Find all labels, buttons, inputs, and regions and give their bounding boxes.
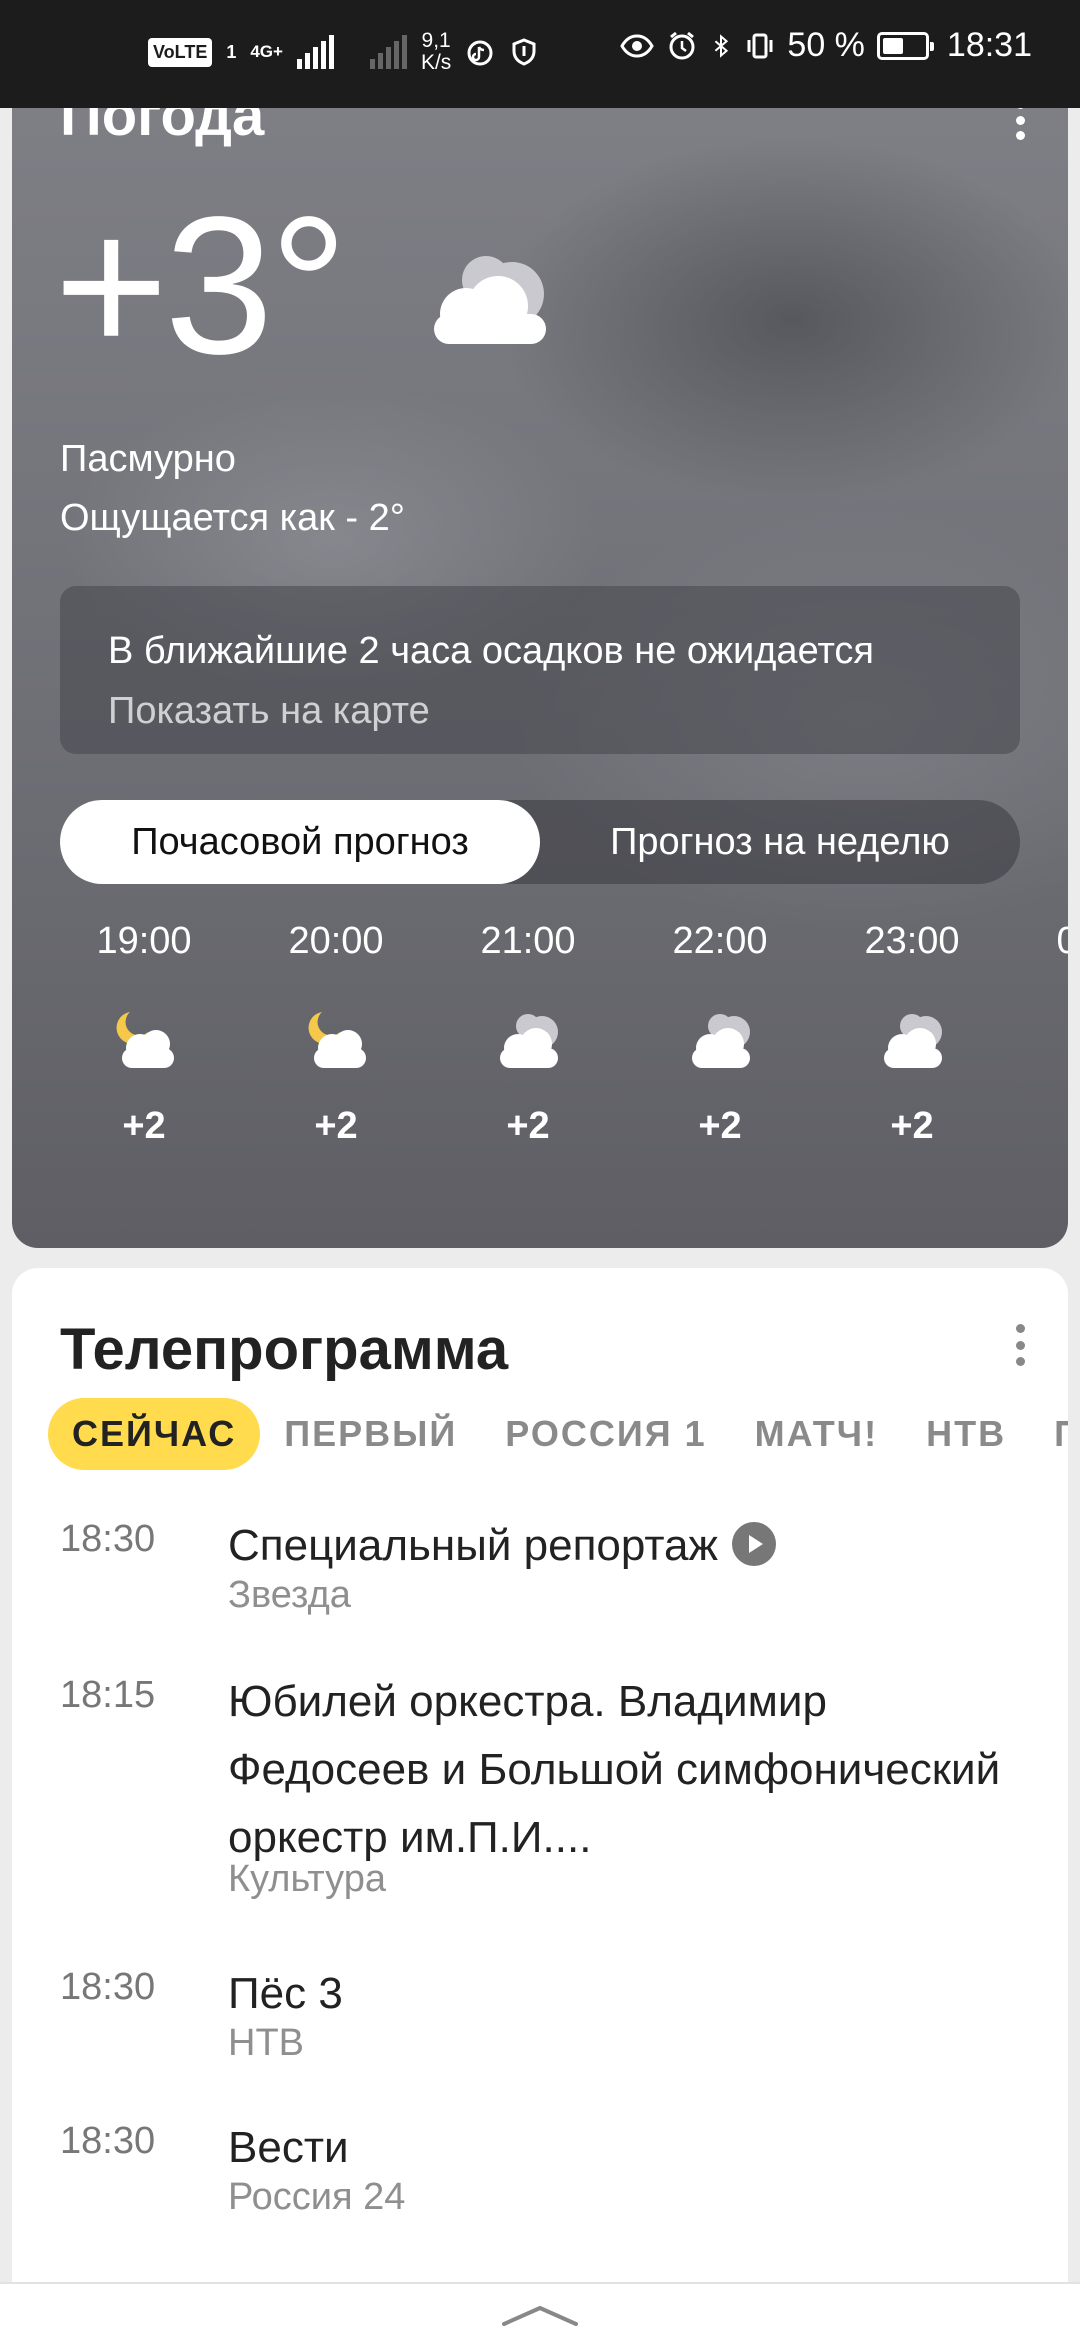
hour-time: 23:00 bbox=[864, 920, 960, 962]
app-screen: VoLTE 1 4G+ 9,1 K/s 50 % 18:31 Погода +3… bbox=[0, 0, 1080, 2340]
program-time: 18:15 bbox=[60, 1674, 156, 1716]
tv-title: Телепрограмма bbox=[60, 1317, 509, 1382]
program-name: Юбилей оркестра. Владимир Федосеев и Бол… bbox=[228, 1677, 1001, 1862]
vibrate-icon bbox=[747, 33, 773, 58]
program-item[interactable]: 18:30 Пёс 3 НТВ bbox=[12, 1966, 1068, 2096]
program-channel: НТВ bbox=[228, 2022, 304, 2064]
weather-condition: Пасмурно bbox=[60, 438, 236, 480]
hour-temp: +2 bbox=[506, 1105, 550, 1147]
play-icon[interactable] bbox=[731, 1522, 776, 1566]
bluetooth-icon bbox=[715, 33, 729, 58]
hour-temp: +2 bbox=[122, 1105, 166, 1147]
volte-badge: VoLTE bbox=[148, 37, 213, 67]
cloudy-icon bbox=[884, 1014, 942, 1068]
cloudy-icon bbox=[692, 1014, 750, 1068]
channel-tab-pyatnitsa[interactable]: ПЯТНИЦА bbox=[1030, 1398, 1068, 1470]
weather-card[interactable]: Погода +3° Пасмурно Ощущается как - 2° В… bbox=[12, 20, 1068, 1248]
feels-like: Ощущается как - 2° bbox=[60, 497, 405, 539]
hour-item[interactable]: 00:00 +2 bbox=[1014, 920, 1068, 1148]
program-name: Специальный репортаж bbox=[228, 1521, 718, 1570]
channel-tab-now[interactable]: СЕЙЧАС bbox=[48, 1398, 261, 1470]
hour-time: 21:00 bbox=[480, 920, 576, 962]
channel-tab-rossiya1[interactable]: РОССИЯ 1 bbox=[481, 1398, 730, 1470]
bottom-sheet-handle[interactable] bbox=[0, 2282, 1080, 2340]
status-bar: VoLTE 1 4G+ 9,1 K/s 50 % 18:31 bbox=[0, 0, 1080, 108]
program-time: 18:30 bbox=[60, 1518, 156, 1560]
program-time: 18:30 bbox=[60, 2120, 156, 2162]
show-on-map-link[interactable]: Показать на карте bbox=[108, 690, 430, 733]
signal-icon bbox=[296, 35, 334, 69]
hour-item[interactable]: 20:00 +2 bbox=[246, 920, 426, 1148]
speed-value: 9,1 bbox=[421, 29, 451, 52]
hour-time: 20:00 bbox=[288, 920, 384, 962]
network-type: 4G+ bbox=[250, 42, 283, 61]
moon-cloud-icon bbox=[116, 1012, 174, 1068]
program-name-row: Специальный репортаж bbox=[228, 1512, 1028, 1580]
cloudy-icon bbox=[500, 1014, 558, 1068]
program-name: Пёс 3 bbox=[228, 1969, 343, 2018]
tv-more-icon[interactable] bbox=[1014, 1324, 1026, 1366]
tab-hourly-forecast[interactable]: Почасовой прогноз bbox=[60, 800, 540, 884]
forecast-tabs: Почасовой прогноз Прогноз на неделю bbox=[60, 800, 1020, 884]
hour-item[interactable]: 23:00 +2 bbox=[822, 920, 1002, 1148]
hour-time: 00:00 bbox=[1056, 920, 1068, 962]
battery-icon bbox=[876, 31, 934, 60]
program-channel: Звезда bbox=[228, 1574, 351, 1616]
chevron-up-icon[interactable] bbox=[500, 2302, 580, 2328]
program-item[interactable]: 18:15 Юбилей оркестра. Владимир Федосеев… bbox=[12, 1674, 1068, 1934]
tv-program-card: Телепрограмма СЕЙЧАС ПЕРВЫЙ РОССИЯ 1 МАТ… bbox=[12, 1268, 1068, 2340]
tab-weekly-forecast[interactable]: Прогноз на неделю bbox=[540, 800, 1020, 884]
hour-time: 22:00 bbox=[672, 920, 768, 962]
program-item[interactable]: 18:30 Специальный репортаж Звезда bbox=[12, 1518, 1068, 1648]
hour-item[interactable]: 19:00 +2 bbox=[54, 920, 234, 1148]
hour-item[interactable]: 21:00 +2 bbox=[438, 920, 618, 1148]
moon-cloud-icon bbox=[308, 1012, 366, 1068]
hour-item[interactable]: 22:00 +2 bbox=[630, 920, 810, 1148]
hour-temp: +2 bbox=[890, 1105, 934, 1147]
program-name: Вести bbox=[228, 2123, 349, 2172]
network-speed: 9,1 K/s bbox=[421, 30, 451, 74]
program-time: 18:30 bbox=[60, 1966, 156, 2008]
channel-tabs: СЕЙЧАС ПЕРВЫЙ РОССИЯ 1 МАТЧ! НТВ ПЯТНИЦА bbox=[48, 1398, 1068, 1470]
channel-tab-match[interactable]: МАТЧ! bbox=[731, 1398, 902, 1470]
clock: 18:31 bbox=[946, 26, 1032, 64]
shield-icon bbox=[512, 38, 536, 66]
program-item[interactable]: 18:30 Вести Россия 24 bbox=[12, 2120, 1068, 2250]
sim-indicator: 1 bbox=[226, 41, 237, 62]
hour-temp: +2 bbox=[698, 1105, 742, 1147]
status-left: VoLTE 1 4G+ 9,1 K/s bbox=[148, 30, 539, 74]
alarm-icon bbox=[669, 31, 695, 59]
hour-time: 19:00 bbox=[96, 920, 192, 962]
channel-tab-perviy[interactable]: ПЕРВЫЙ bbox=[260, 1398, 481, 1470]
nowcast-panel[interactable]: В ближайшие 2 часа осадков не ожидается … bbox=[60, 586, 1020, 754]
hour-temp: +2 bbox=[1014, 1105, 1068, 1148]
nowcast-text: В ближайшие 2 часа осадков не ожидается bbox=[108, 630, 874, 672]
cloudy-icon bbox=[1064, 1004, 1068, 1074]
cloudy-icon bbox=[434, 256, 546, 344]
hourly-forecast-strip[interactable]: 19:00 +2 20:00 +2 21:00 +2 22:00 +2 23:0… bbox=[12, 920, 1068, 1180]
program-channel: Культура bbox=[228, 1858, 386, 1900]
hour-temp: +2 bbox=[314, 1105, 358, 1147]
channel-tab-ntv[interactable]: НТВ bbox=[902, 1398, 1030, 1470]
signal-2-icon bbox=[369, 35, 407, 69]
eye-icon bbox=[620, 33, 655, 58]
battery-percent: 50 % bbox=[787, 26, 865, 64]
program-channel: Россия 24 bbox=[228, 2176, 406, 2218]
current-temperature: +3° bbox=[54, 176, 348, 395]
status-right: 50 % 18:31 bbox=[619, 26, 1032, 65]
speed-unit: K/s bbox=[420, 51, 452, 74]
tiktok-icon bbox=[467, 40, 493, 66]
